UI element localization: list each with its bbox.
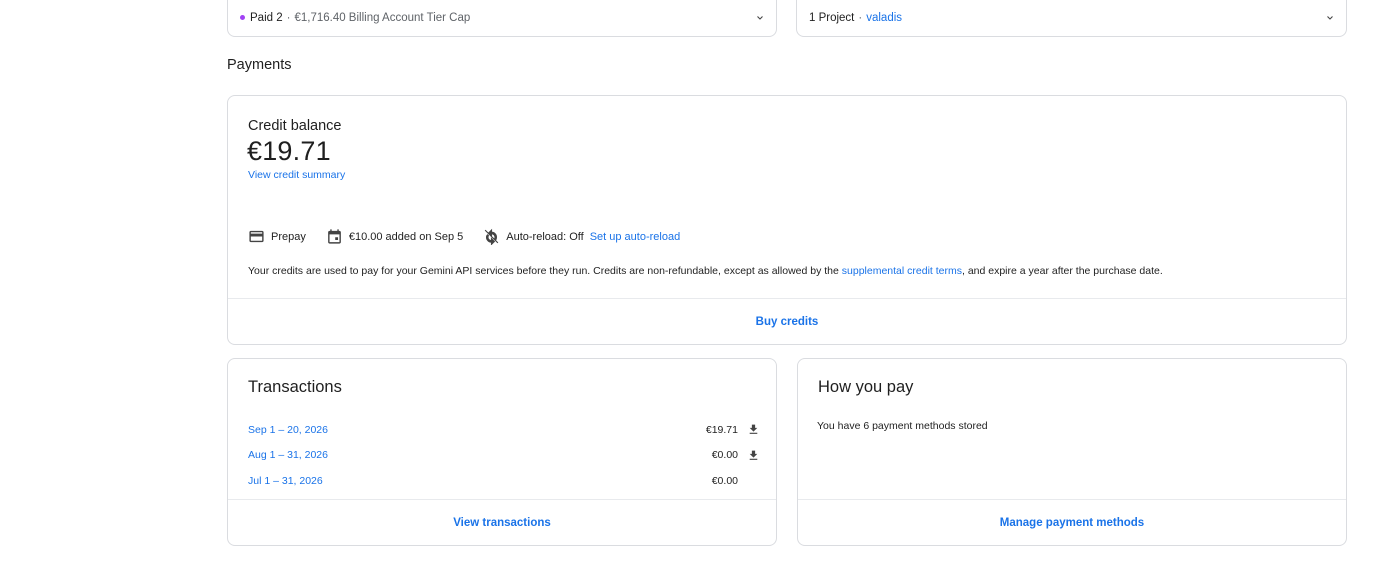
view-credit-summary-link[interactable]: View credit summary — [248, 169, 345, 181]
tier-detail: €1,716.40 Billing Account Tier Cap — [294, 11, 471, 24]
manage-payment-methods-button[interactable]: Manage payment methods — [798, 499, 1346, 545]
notice-text-before: Your credits are used to pay for your Ge… — [248, 265, 842, 277]
autoreload-item: Auto-reload: Off Set up auto-reload — [483, 228, 680, 245]
transaction-date-link[interactable]: Jul 1 – 31, 2026 — [248, 475, 678, 487]
credit-added-label: €10.00 added on Sep 5 — [348, 230, 464, 243]
billing-tier-select[interactable]: Paid 2 · €1,716.40 Billing Account Tier … — [227, 0, 777, 37]
how-you-pay-card: How you pay You have 6 payment methods s… — [797, 358, 1347, 546]
credit-balance-label: Credit balance — [248, 118, 342, 134]
credit-balance-amount: €19.71 — [247, 136, 331, 166]
autoreload-label: Auto-reload: Off — [506, 230, 584, 243]
tier-separator: · — [286, 11, 291, 24]
project-link[interactable]: valadis — [866, 12, 902, 24]
prepay-label: Prepay — [271, 230, 306, 243]
transactions-list: Sep 1 – 20, 2026 €19.71 Aug 1 – 31, 2026… — [248, 417, 760, 494]
credit-meta-row: Prepay €10.00 added on Sep 5 Auto-reload… — [248, 228, 700, 245]
buy-credits-button[interactable]: Buy credits — [228, 298, 1346, 344]
payment-methods-count: You have 6 payment methods stored — [817, 420, 988, 432]
calendar-icon — [327, 229, 341, 244]
table-row: Sep 1 – 20, 2026 €19.71 — [248, 417, 760, 443]
download-icon[interactable] — [747, 449, 760, 462]
transaction-amount: €0.00 — [711, 449, 738, 462]
payments-section-title: Payments — [227, 57, 292, 73]
view-transactions-button[interactable]: View transactions — [228, 499, 776, 545]
supplemental-credit-terms-link[interactable]: supplemental credit terms — [842, 265, 962, 277]
transactions-card: Transactions Sep 1 – 20, 2026 €19.71 Aug… — [227, 358, 777, 546]
tier-label: Paid 2 — [250, 11, 283, 24]
prepay-item: Prepay — [248, 228, 306, 245]
transaction-date-link[interactable]: Aug 1 – 31, 2026 — [248, 449, 678, 461]
tier-status-dot — [240, 15, 245, 20]
how-you-pay-title: How you pay — [818, 378, 914, 396]
credit-balance-card: Credit balance €19.71 View credit summar… — [227, 95, 1347, 345]
project-separator: · — [858, 11, 863, 24]
transactions-title: Transactions — [248, 378, 342, 396]
chevron-down-icon[interactable] — [1324, 6, 1336, 24]
credit-notice: Your credits are used to pay for your Ge… — [248, 265, 1163, 277]
chevron-down-icon[interactable] — [754, 6, 766, 24]
notice-text-after: , and expire a year after the purchase d… — [961, 265, 1163, 277]
credit-added-item: €10.00 added on Sep 5 — [326, 228, 463, 245]
setup-autoreload-link[interactable]: Set up auto-reload — [590, 231, 681, 243]
transaction-date-link[interactable]: Sep 1 – 20, 2026 — [248, 424, 678, 436]
download-icon[interactable] — [747, 423, 760, 436]
transaction-amount: €19.71 — [705, 423, 738, 436]
project-select[interactable]: 1 Project · valadis — [796, 0, 1347, 37]
credit-card-icon — [249, 230, 264, 243]
table-row: Aug 1 – 31, 2026 €0.00 — [248, 443, 760, 469]
transaction-amount: €0.00 — [711, 474, 738, 487]
table-row: Jul 1 – 31, 2026 €0.00 — [248, 468, 760, 494]
billing-tier-content: Paid 2 · €1,716.40 Billing Account Tier … — [240, 6, 754, 24]
project-content: 1 Project · valadis — [809, 6, 1324, 24]
autoreload-off-icon — [484, 228, 499, 245]
project-count: 1 Project — [809, 11, 855, 24]
